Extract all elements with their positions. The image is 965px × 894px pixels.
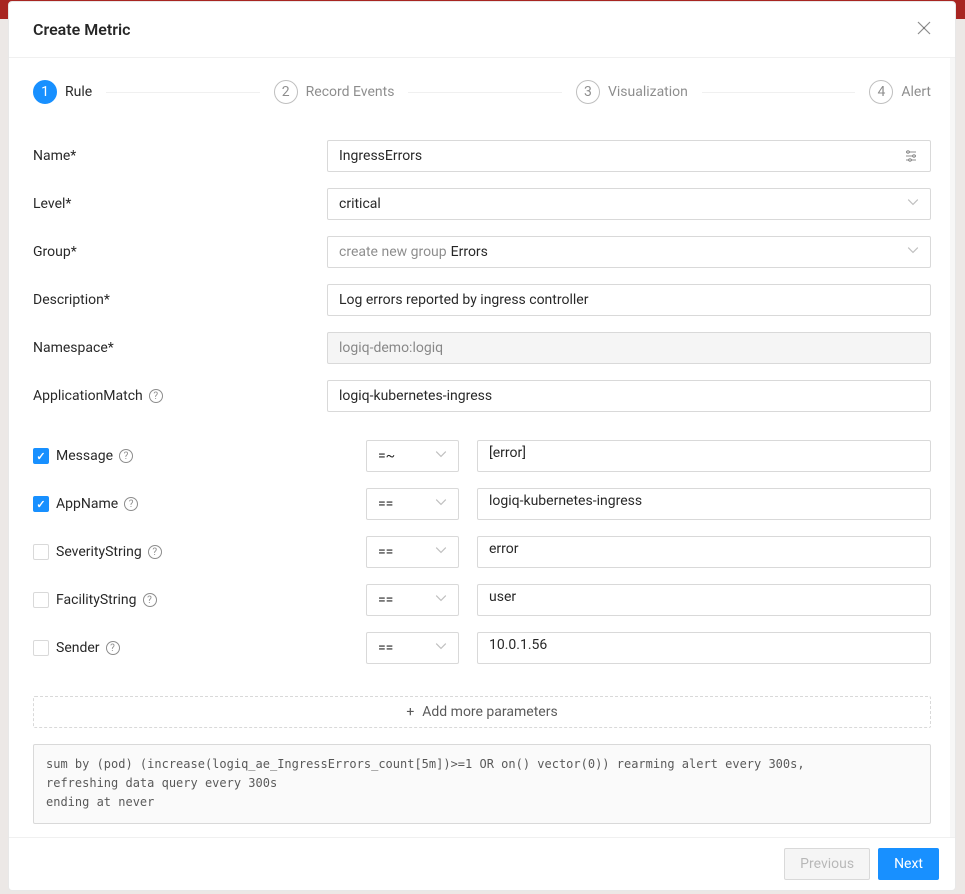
query-preview: sum by (pod) (increase(logiq_ae_IngressE… [33,744,931,824]
namespace-label: Namespace* [33,340,327,356]
level-select[interactable]: critical [327,188,931,220]
help-icon[interactable]: ? [143,593,157,607]
chevron-down-icon [435,496,447,512]
criterion-message: Message ? =~ [error] [33,440,931,472]
namespace-input: logiq-demo:logiq [327,332,931,364]
appmatch-label: ApplicationMatch [33,388,143,404]
level-value: critical [339,196,381,212]
operator-value: =~ [378,448,395,464]
operator-value: == [378,544,393,560]
criterion-appname: AppName ? == logiq-kubernetes-ingress [33,488,931,520]
criterion-value-input[interactable]: [error] [477,440,931,472]
chevron-down-icon [907,244,919,260]
chevron-down-icon [435,640,447,656]
group-value: Errors [451,244,488,260]
description-input[interactable]: Log errors reported by ingress controlle… [327,284,931,316]
step-alert[interactable]: 4 Alert [869,80,931,104]
criterion-label: FacilityString [56,592,137,608]
criterion-label: Message [56,448,113,464]
criterion-checkbox[interactable] [33,544,49,560]
criterion-value-input[interactable]: 10.0.1.56 [477,632,931,664]
appmatch-input[interactable]: logiq-kubernetes-ingress [327,380,931,412]
add-more-label: Add more parameters [422,704,557,720]
criterion-label: SeverityString [56,544,142,560]
description-label: Description* [33,292,327,308]
group-prefix: create new group [339,244,447,260]
help-icon[interactable]: ? [149,389,163,403]
tune-icon[interactable] [903,148,919,164]
chevron-down-icon [435,592,447,608]
name-value: IngressErrors [339,148,422,164]
help-icon[interactable]: ? [106,641,120,655]
criterion-checkbox[interactable] [33,448,49,464]
modal-footer: Previous Next [9,837,955,890]
step-label: Visualization [608,84,688,100]
description-value: Log errors reported by ingress controlle… [339,292,588,308]
operator-select[interactable]: =~ [366,440,459,472]
step-visualization[interactable]: 3 Visualization [576,80,688,104]
criterion-label: AppName [56,496,118,512]
appmatch-value: logiq-kubernetes-ingress [339,388,492,404]
step-number: 4 [869,80,893,104]
create-metric-modal: Create Metric 1 Rule 2 Record Events 3 V… [8,1,956,891]
close-icon[interactable] [917,20,931,39]
level-label: Level* [33,196,327,212]
operator-select[interactable]: == [366,584,459,616]
stepper: 1 Rule 2 Record Events 3 Visualization 4… [33,80,931,104]
chevron-down-icon [435,544,447,560]
criterion-checkbox[interactable] [33,496,49,512]
operator-select[interactable]: == [366,536,459,568]
operator-value: == [378,640,393,656]
operator-select[interactable]: == [366,488,459,520]
criterion-checkbox[interactable] [33,640,49,656]
name-label: Name* [33,148,327,164]
help-icon[interactable]: ? [124,497,138,511]
next-button[interactable]: Next [878,848,939,880]
criterion-facilitystring: FacilityString ? == user [33,584,931,616]
criterion-label: Sender [56,640,100,656]
previous-button: Previous [784,848,870,880]
step-label: Alert [901,84,931,100]
step-label: Rule [65,84,92,100]
chevron-down-icon [435,448,447,464]
operator-select[interactable]: == [366,632,459,664]
name-input[interactable]: IngressErrors [327,140,931,172]
modal-title: Create Metric [33,20,130,39]
step-record-events[interactable]: 2 Record Events [274,80,395,104]
help-icon[interactable]: ? [148,545,162,559]
step-number: 3 [576,80,600,104]
step-number: 2 [274,80,298,104]
criterion-sender: Sender ? == 10.0.1.56 [33,632,931,664]
namespace-value: logiq-demo:logiq [339,340,443,356]
criterion-checkbox[interactable] [33,592,49,608]
group-label: Group* [33,244,327,260]
help-icon[interactable]: ? [119,449,133,463]
operator-value: == [378,592,393,608]
criterion-value-input[interactable]: error [477,536,931,568]
criterion-value-input[interactable]: logiq-kubernetes-ingress [477,488,931,520]
step-rule[interactable]: 1 Rule [33,80,92,104]
chevron-down-icon [907,196,919,212]
step-number: 1 [33,80,57,104]
group-select[interactable]: create new group Errors [327,236,931,268]
criterion-severitystring: SeverityString ? == error [33,536,931,568]
step-label: Record Events [306,84,395,100]
plus-icon: + [406,704,414,720]
modal-header: Create Metric [9,2,955,58]
add-more-parameters-button[interactable]: + Add more parameters [33,696,931,728]
criterion-value-input[interactable]: user [477,584,931,616]
operator-value: == [378,496,393,512]
